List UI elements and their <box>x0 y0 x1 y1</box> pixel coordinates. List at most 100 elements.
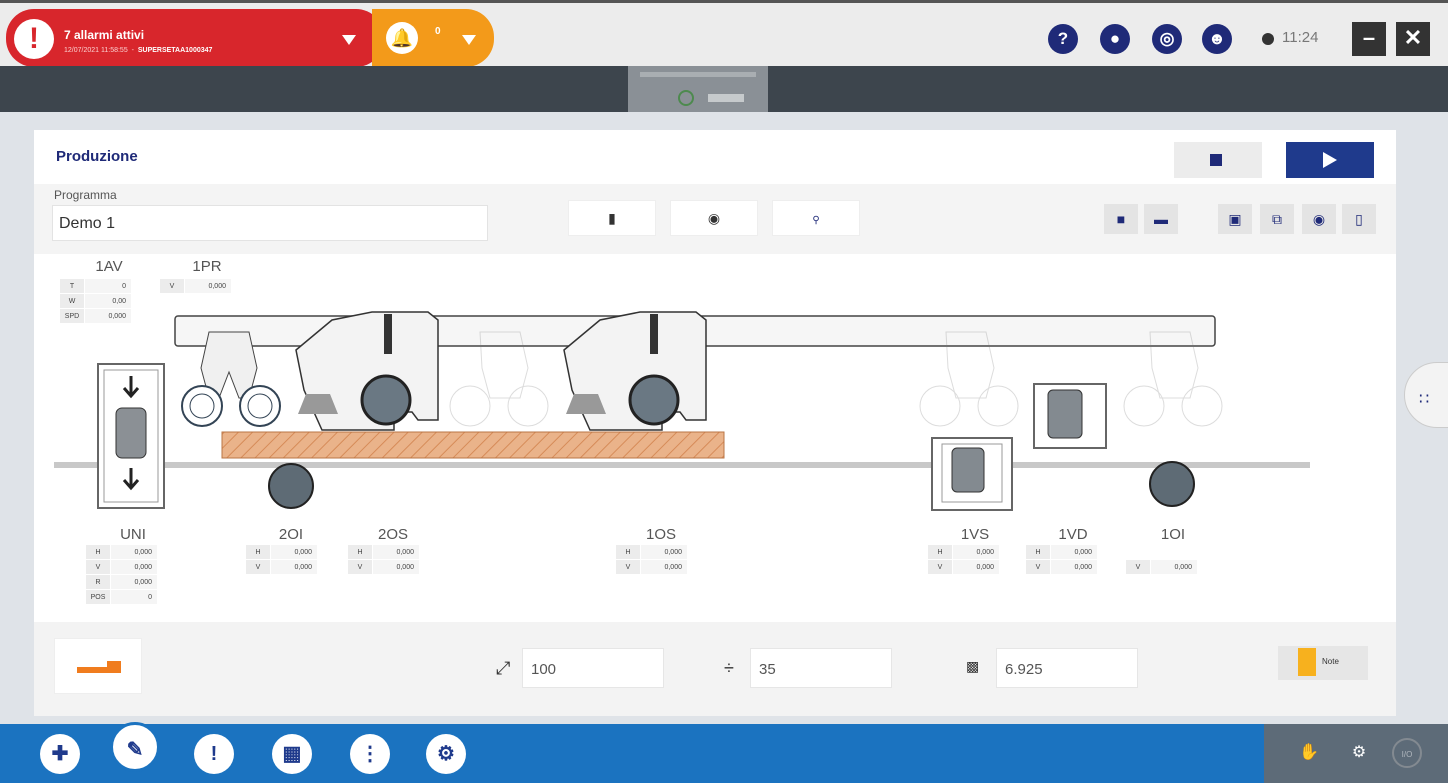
play-button[interactable] <box>1286 142 1374 178</box>
tools-icon[interactable]: ⋮ <box>350 734 390 774</box>
hand-icon[interactable]: ✋ <box>1294 738 1324 768</box>
tool-button[interactable]: ▮ <box>568 200 656 236</box>
bottom-nav: ✚ ✎ ! ▦ ⋮ ⚙ ✋ ⚙ I/O <box>0 722 1448 783</box>
production-panel: Produzione Programma Demo 1 ▮ ◉ ⚲ ■ ▬ ▣ … <box>34 130 1396 716</box>
notification-count: 0 <box>435 26 441 37</box>
label-1oi: 1OI <box>1160 526 1186 543</box>
program-label: Programma <box>54 188 117 202</box>
label-1pr: 1PR <box>192 258 222 275</box>
wood-board <box>221 431 725 459</box>
save-button[interactable]: ▣ <box>1218 204 1252 234</box>
values-1vd: H 0,000 V 0,000 <box>1026 545 1097 575</box>
clipboard-button[interactable]: ▯ <box>1342 204 1376 234</box>
statistics-icon[interactable]: ▦ <box>272 734 312 774</box>
clock-time: 11:24 <box>1282 29 1319 46</box>
grid-dots-icon: ∷ <box>1419 391 1430 408</box>
play-icon <box>1323 152 1337 168</box>
alarm-icon: ! <box>14 19 54 59</box>
workpiece-button[interactable] <box>54 638 142 694</box>
chevron-down-icon[interactable] <box>462 35 476 45</box>
help-icon[interactable]: ? <box>1048 24 1078 54</box>
lower-cutter-2oi <box>268 463 314 509</box>
copy-button[interactable]: ⧉ <box>1260 204 1294 234</box>
alarm-code: SUPERSETAA1000347 <box>137 47 213 54</box>
cutter-head <box>628 374 680 426</box>
note-button[interactable]: Note <box>1278 646 1368 680</box>
new-file-button[interactable]: ■ <box>1104 204 1138 234</box>
alarm-count: 7 allarmi attivi <box>64 28 145 42</box>
stop-icon <box>1210 154 1222 166</box>
clock-icon <box>1262 33 1274 45</box>
values-1av: T0 W 0,00 SPD 0,000 <box>60 279 131 324</box>
gear-icon[interactable]: ⚙ <box>1344 738 1374 768</box>
io-icon[interactable]: I/O <box>1392 738 1422 768</box>
pressure-roller <box>239 385 281 427</box>
user-icon[interactable]: ☻ <box>1202 24 1232 54</box>
values-1pr: V 0,000 <box>160 279 231 294</box>
bell-icon: 🔔 <box>386 22 418 54</box>
bottom-controls: ⤢ 100 ÷ 35 ▩ 6.925 Note <box>34 622 1396 716</box>
close-button[interactable]: ✕ <box>1396 22 1430 56</box>
folder-icon: ▬ <box>1154 211 1168 227</box>
label-1vd: 1VD <box>1058 526 1088 543</box>
divide-icon: ÷ <box>724 658 734 678</box>
label-1av: 1AV <box>95 258 123 275</box>
camera-button[interactable]: ◉ <box>1302 204 1336 234</box>
values-2os: H 0,000 V 0,000 <box>348 545 419 575</box>
clipboard-icon: ▯ <box>1355 211 1363 227</box>
stop-button[interactable] <box>1174 142 1262 178</box>
label-1os: 1OS <box>645 526 676 543</box>
lower-cutter-1oi <box>1149 461 1195 507</box>
file-icon: ■ <box>1116 211 1126 227</box>
values-1vs: H 0,000 V 0,000 <box>928 545 999 575</box>
length-input[interactable]: 100 <box>522 648 664 688</box>
edit-icon[interactable]: ✎ <box>110 722 160 772</box>
search-button[interactable]: ⚲ <box>772 200 860 236</box>
values-2oi: H 0,000 V 0,000 <box>246 545 317 575</box>
users-icon[interactable]: ● <box>1100 24 1130 54</box>
notification-banner[interactable]: 🔔 0 <box>372 9 494 67</box>
home-icon[interactable]: ✚ <box>40 734 80 774</box>
uni-cylinder <box>115 407 147 459</box>
machine-settings-icon[interactable]: ⚙ <box>426 734 466 774</box>
machine-thumbnail[interactable] <box>628 66 768 112</box>
tool-icon: ▮ <box>608 210 616 226</box>
alarm-detail: 12/07/2021 11:58:55 - SUPERSETAA1000347 <box>64 47 213 54</box>
values-1oi: V 0,000 <box>1126 560 1197 575</box>
nav-right-panel: ✋ ⚙ I/O <box>1264 724 1448 783</box>
minimize-button[interactable]: – <box>1352 22 1386 56</box>
resize-arrow-icon: ⤢ <box>496 658 511 678</box>
page-title: Produzione <box>56 148 138 165</box>
chevron-down-icon[interactable] <box>342 35 356 45</box>
values-uni: H 0,000 V 0,000 R 0,000 POS 0 <box>86 545 157 605</box>
label-2oi: 2OI <box>278 526 304 543</box>
copy-icon: ⧉ <box>1272 211 1282 227</box>
values-1os: H 0,000 V 0,000 <box>616 545 687 575</box>
cutter-head <box>360 374 412 426</box>
divide-input[interactable]: 35 <box>750 648 892 688</box>
program-toolbar: Programma Demo 1 ▮ ◉ ⚲ ■ ▬ ▣ ⧉ ◉ ▯ <box>34 184 1396 254</box>
pressure-roller <box>181 385 223 427</box>
note-icon <box>1298 648 1316 676</box>
save-icon: ▣ <box>1228 211 1242 227</box>
counter-icon: ▩ <box>966 658 980 674</box>
open-folder-button[interactable]: ▬ <box>1144 204 1178 234</box>
side-menu-tab[interactable]: ∷ <box>1404 362 1448 428</box>
alarm-nav-icon[interactable]: ! <box>194 734 234 774</box>
counter-input[interactable]: 6.925 <box>996 648 1138 688</box>
position-button[interactable]: ◉ <box>670 200 758 236</box>
settings-disc-icon[interactable]: ◎ <box>1152 24 1182 54</box>
label-2os: 2OS <box>377 526 408 543</box>
top-bar: ! 7 allarmi attivi 12/07/2021 11:58:55 -… <box>0 0 1448 67</box>
conveyor-line <box>54 462 1310 468</box>
alarm-datetime: 12/07/2021 11:58:55 <box>64 47 128 54</box>
workpiece-icon <box>77 661 121 673</box>
machine-overview-band <box>0 66 1448 112</box>
alarm-banner[interactable]: ! 7 allarmi attivi 12/07/2021 11:58:55 -… <box>6 9 384 67</box>
camera-icon: ◉ <box>1312 211 1326 227</box>
note-label: Note <box>1322 657 1339 666</box>
search-icon: ⚲ <box>812 215 820 226</box>
locate-icon: ◉ <box>707 210 721 226</box>
machine-diagram: 1AV T0 W 0,00 SPD 0,000 1PR V 0,000 UNI H 0,… <box>34 254 1396 622</box>
program-input[interactable]: Demo 1 <box>52 205 488 241</box>
